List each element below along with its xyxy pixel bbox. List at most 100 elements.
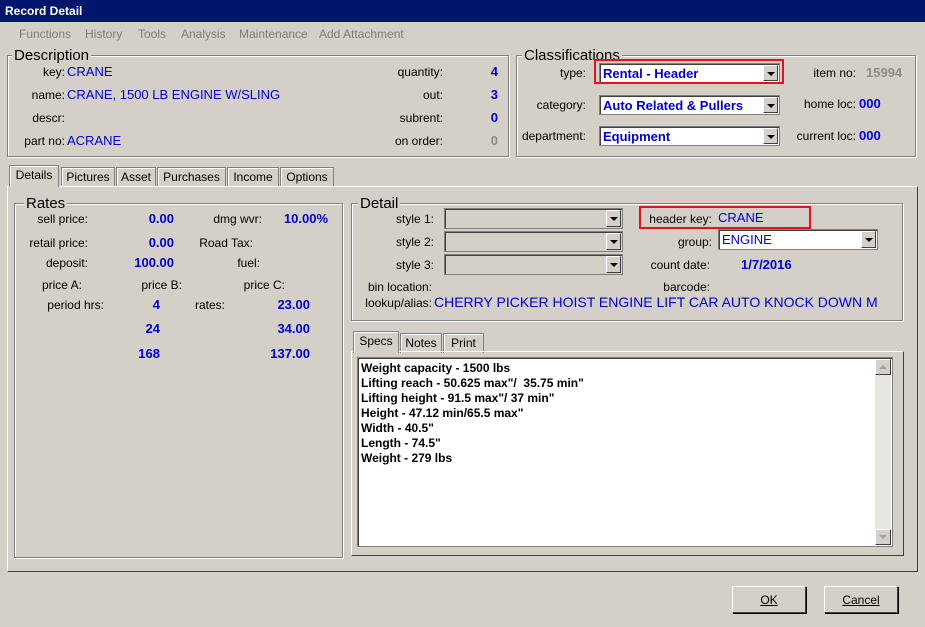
- specs-scrollbar[interactable]: [875, 359, 891, 545]
- chevron-down-icon[interactable]: [606, 256, 621, 273]
- cancel-button[interactable]: Cancel: [824, 586, 898, 613]
- dmg-wvr-label: dmg wvr:: [213, 212, 262, 226]
- tab-specs[interactable]: Specs: [353, 331, 399, 353]
- style2-select[interactable]: [444, 231, 623, 252]
- group-label: group:: [677, 235, 712, 249]
- department-select[interactable]: Equipment: [599, 126, 780, 146]
- style3-select[interactable]: [444, 254, 623, 275]
- spec-line: Height - 47.12 min/65.5 max": [361, 406, 524, 420]
- road-tax-label: Road Tax:: [199, 236, 253, 250]
- spec-line: Weight capacity - 1500 lbs: [361, 361, 511, 375]
- currentloc-value[interactable]: 000: [859, 128, 881, 143]
- chevron-down-icon[interactable]: [606, 233, 621, 250]
- menu-maintenance[interactable]: Maintenance: [239, 27, 308, 41]
- menu-bar: Functions History Tools Analysis Mainten…: [0, 22, 925, 46]
- tab-purchases[interactable]: Purchases: [157, 167, 226, 187]
- onorder-label: on order:: [394, 134, 443, 148]
- chevron-down-icon[interactable]: [763, 97, 778, 113]
- fuel-label: fuel:: [237, 256, 260, 270]
- rates-label: rates:: [194, 298, 225, 312]
- rate-value[interactable]: 34.00: [250, 321, 310, 336]
- rates-legend: Rates: [24, 195, 68, 212]
- sell-price-label: sell price:: [37, 212, 88, 226]
- count-date-value[interactable]: 1/7/2016: [741, 257, 792, 272]
- lookup-alias-label: lookup/alias:: [365, 296, 432, 310]
- tab-options[interactable]: Options: [280, 167, 334, 187]
- category-select[interactable]: Auto Related & Pullers: [599, 95, 780, 115]
- window-title: Record Detail: [0, 0, 925, 22]
- period-hrs-value[interactable]: 24: [120, 321, 160, 336]
- itemno-label: item no:: [813, 66, 856, 80]
- tab-notes[interactable]: Notes: [400, 333, 442, 353]
- tab-details[interactable]: Details: [9, 165, 59, 187]
- key-label: key:: [42, 65, 65, 79]
- menu-add-attachment[interactable]: Add Attachment: [319, 27, 404, 41]
- menu-analysis[interactable]: Analysis: [181, 27, 226, 41]
- menu-tools[interactable]: Tools: [138, 27, 166, 41]
- description-legend: Description: [12, 47, 92, 64]
- period-hrs-label: period hrs:: [47, 298, 104, 312]
- scroll-down-icon[interactable]: [875, 529, 891, 545]
- deposit-label: deposit:: [45, 256, 88, 270]
- style2-label: style 2:: [395, 235, 434, 249]
- name-value[interactable]: CRANE, 1500 LB ENGINE W/SLING: [67, 87, 280, 102]
- rate-value[interactable]: 137.00: [250, 346, 310, 361]
- itemno-value: 15994: [866, 65, 903, 80]
- descr-label: descr:: [32, 111, 65, 125]
- chevron-down-icon[interactable]: [606, 210, 621, 227]
- quantity-value: 4: [490, 64, 498, 79]
- department-select-value: Equipment: [603, 129, 671, 144]
- rate-value[interactable]: 23.00: [250, 297, 310, 312]
- category-select-value: Auto Related & Pullers: [603, 98, 744, 113]
- sell-price-value[interactable]: 0.00: [120, 211, 174, 226]
- retail-price-label: retail price:: [29, 236, 88, 250]
- ok-button-label: OK: [760, 593, 778, 607]
- scroll-up-icon[interactable]: [875, 359, 891, 375]
- dmg-wvr-value[interactable]: 10.00%: [270, 211, 328, 226]
- out-value: 3: [490, 87, 498, 102]
- tab-print[interactable]: Print: [443, 333, 484, 353]
- chevron-down-icon[interactable]: [763, 128, 778, 144]
- type-highlight: [594, 59, 784, 84]
- spec-line: Length - 74.5": [361, 436, 441, 450]
- spec-line: Lifting reach - 50.625 max"/ 35.75 min": [361, 376, 584, 390]
- lookup-alias-value[interactable]: CHERRY PICKER HOIST ENGINE LIFT CAR AUTO…: [434, 294, 900, 310]
- deposit-value[interactable]: 100.00: [120, 255, 174, 270]
- ok-button[interactable]: OK: [732, 586, 806, 613]
- name-label: name:: [31, 88, 65, 102]
- department-label: department:: [521, 129, 586, 143]
- specs-content: Weight capacity - 1500 lbs Lifting reach…: [361, 361, 584, 466]
- tab-asset[interactable]: Asset: [116, 167, 156, 187]
- spec-line: Width - 40.5": [361, 421, 434, 435]
- header-key-highlight: [639, 206, 811, 229]
- tab-pictures[interactable]: Pictures: [61, 167, 115, 187]
- barcode-label: barcode:: [663, 280, 710, 294]
- group-select-value: ENGINE: [722, 232, 772, 247]
- detail-legend: Detail: [358, 195, 401, 212]
- count-date-label: count date:: [650, 258, 710, 272]
- style1-select[interactable]: [444, 208, 623, 229]
- cancel-button-label: Cancel: [842, 593, 880, 607]
- menu-functions[interactable]: Functions: [19, 27, 71, 41]
- partno-label: part no:: [24, 134, 65, 148]
- period-hrs-value[interactable]: 4: [120, 297, 160, 312]
- tab-income[interactable]: Income: [227, 167, 279, 187]
- partno-value[interactable]: ACRANE: [67, 133, 121, 148]
- homeloc-value[interactable]: 000: [859, 96, 881, 111]
- style1-label: style 1:: [395, 212, 434, 226]
- retail-price-value[interactable]: 0.00: [120, 235, 174, 250]
- spec-line: Lifting height - 91.5 max"/ 37 min": [361, 391, 555, 405]
- type-label: type:: [559, 66, 586, 80]
- specs-textarea[interactable]: Weight capacity - 1500 lbs Lifting reach…: [357, 357, 893, 547]
- menu-history[interactable]: History: [85, 27, 122, 41]
- price-c-label: price C:: [243, 278, 285, 292]
- chevron-down-icon[interactable]: [861, 231, 876, 248]
- price-b-label: price B:: [141, 278, 182, 292]
- group-select[interactable]: ENGINE: [718, 229, 878, 250]
- period-hrs-value[interactable]: 168: [120, 346, 160, 361]
- homeloc-label: home loc:: [803, 97, 856, 111]
- category-label: category:: [536, 98, 586, 112]
- style3-label: style 3:: [395, 258, 434, 272]
- key-value[interactable]: CRANE: [67, 64, 113, 79]
- currentloc-label: current loc:: [796, 129, 856, 143]
